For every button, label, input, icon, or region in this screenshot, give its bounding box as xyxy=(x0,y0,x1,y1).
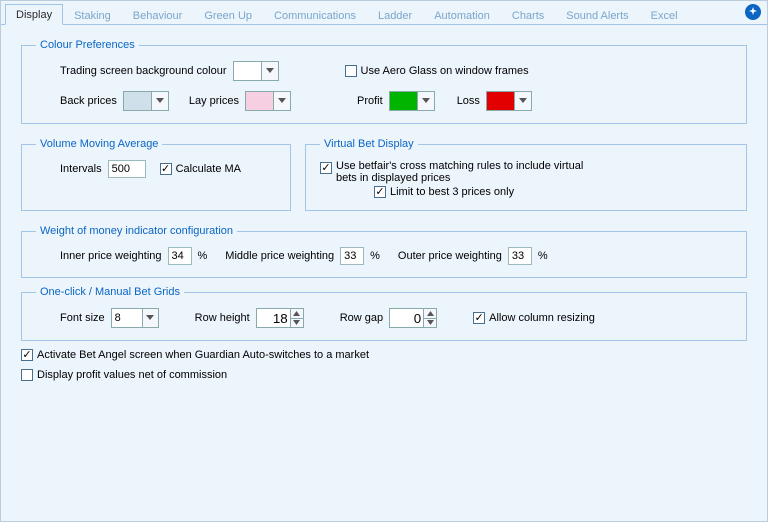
checkbox-box xyxy=(21,349,33,361)
chevron-down-icon xyxy=(262,62,278,80)
font-size-label: Font size xyxy=(60,312,105,324)
chevron-down-icon xyxy=(152,92,168,110)
chevron-down-icon xyxy=(142,309,158,327)
row-gap-value[interactable] xyxy=(389,308,423,328)
row-gap-spinner[interactable] xyxy=(389,308,437,328)
colour-preferences-group: Colour Preferences Trading screen backgr… xyxy=(21,39,747,124)
profit-label: Profit xyxy=(357,95,383,107)
chevron-down-icon xyxy=(418,92,434,110)
activate-betangel-checkbox[interactable]: Activate Bet Angel screen when Guardian … xyxy=(21,349,369,361)
bg-colour-swatch xyxy=(234,62,262,80)
checkbox-box xyxy=(374,186,386,198)
checkbox-box xyxy=(320,162,332,174)
pct-label: % xyxy=(538,250,548,262)
calculate-ma-checkbox[interactable]: Calculate MA xyxy=(160,163,241,175)
tab-communications[interactable]: Communications xyxy=(263,5,367,25)
profit-colour-picker[interactable] xyxy=(389,91,435,111)
back-prices-swatch xyxy=(124,92,152,110)
activate-betangel-label: Activate Bet Angel screen when Guardian … xyxy=(37,349,369,361)
row-height-value[interactable] xyxy=(256,308,290,328)
vma-group: Volume Moving Average Intervals Calculat… xyxy=(21,138,291,211)
checkbox-box xyxy=(21,369,33,381)
pct-label: % xyxy=(198,250,208,262)
loss-label: Loss xyxy=(457,95,480,107)
row-gap-label: Row gap xyxy=(340,312,383,324)
checkbox-box xyxy=(345,65,357,77)
allow-resize-label: Allow column resizing xyxy=(489,312,595,324)
vbd-crossmatch-label: Use betfair's cross matching rules to in… xyxy=(336,160,586,184)
lay-prices-swatch xyxy=(246,92,274,110)
loss-swatch xyxy=(487,92,515,110)
tab-automation[interactable]: Automation xyxy=(423,5,501,25)
tab-greenup[interactable]: Green Up xyxy=(193,5,263,25)
tab-staking[interactable]: Staking xyxy=(63,5,122,25)
group-legend: Weight of money indicator configuration xyxy=(36,225,237,237)
tab-charts[interactable]: Charts xyxy=(501,5,555,25)
spinner-down[interactable] xyxy=(291,319,303,328)
checkbox-box xyxy=(473,312,485,324)
tab-ladder[interactable]: Ladder xyxy=(367,5,423,25)
wom-inner-label: Inner price weighting xyxy=(60,250,162,262)
back-prices-colour-picker[interactable] xyxy=(123,91,169,111)
group-legend: Virtual Bet Display xyxy=(320,138,418,150)
lay-prices-label: Lay prices xyxy=(189,95,239,107)
font-size-value[interactable] xyxy=(112,309,142,327)
font-size-select[interactable] xyxy=(111,308,159,328)
spinner-up[interactable] xyxy=(424,309,436,319)
aero-glass-label: Use Aero Glass on window frames xyxy=(361,65,529,77)
lay-prices-colour-picker[interactable] xyxy=(245,91,291,111)
pin-button[interactable] xyxy=(745,4,761,20)
net-commission-label: Display profit values net of commission xyxy=(37,369,227,381)
wom-outer-label: Outer price weighting xyxy=(398,250,502,262)
tab-excel[interactable]: Excel xyxy=(640,5,689,25)
back-prices-label: Back prices xyxy=(60,95,117,107)
chevron-down-icon xyxy=(515,92,531,110)
row-height-label: Row height xyxy=(195,312,250,324)
bg-colour-label: Trading screen background colour xyxy=(60,65,227,77)
row-height-spinner[interactable] xyxy=(256,308,304,328)
aero-glass-checkbox[interactable]: Use Aero Glass on window frames xyxy=(345,65,529,77)
vbd-limit3-label: Limit to best 3 prices only xyxy=(390,186,514,198)
grids-group: One-click / Manual Bet Grids Font size R… xyxy=(21,286,747,341)
tab-content: Colour Preferences Trading screen backgr… xyxy=(1,25,767,394)
vbd-limit3-checkbox[interactable]: Limit to best 3 prices only xyxy=(374,186,514,198)
spinner-down[interactable] xyxy=(424,319,436,328)
checkbox-box xyxy=(160,163,172,175)
wom-middle-label: Middle price weighting xyxy=(225,250,334,262)
spinner-up[interactable] xyxy=(291,309,303,319)
bg-colour-picker[interactable] xyxy=(233,61,279,81)
group-legend: Colour Preferences xyxy=(36,39,139,51)
tab-behaviour[interactable]: Behaviour xyxy=(122,5,194,25)
wom-group: Weight of money indicator configuration … xyxy=(21,225,747,278)
profit-swatch xyxy=(390,92,418,110)
group-legend: One-click / Manual Bet Grids xyxy=(36,286,184,298)
chevron-down-icon xyxy=(274,92,290,110)
pct-label: % xyxy=(370,250,380,262)
allow-resize-checkbox[interactable]: Allow column resizing xyxy=(473,312,595,324)
net-commission-checkbox[interactable]: Display profit values net of commission xyxy=(21,369,227,381)
intervals-label: Intervals xyxy=(60,163,102,175)
pin-icon xyxy=(748,7,758,17)
settings-window: Display Staking Behaviour Green Up Commu… xyxy=(0,0,768,522)
tab-bar: Display Staking Behaviour Green Up Commu… xyxy=(1,1,767,25)
group-legend: Volume Moving Average xyxy=(36,138,162,150)
tab-display[interactable]: Display xyxy=(5,4,63,25)
intervals-input[interactable] xyxy=(108,160,146,178)
wom-inner-input[interactable] xyxy=(168,247,192,265)
loss-colour-picker[interactable] xyxy=(486,91,532,111)
tab-soundalerts[interactable]: Sound Alerts xyxy=(555,5,639,25)
calculate-ma-label: Calculate MA xyxy=(176,163,241,175)
wom-outer-input[interactable] xyxy=(508,247,532,265)
wom-middle-input[interactable] xyxy=(340,247,364,265)
vbd-crossmatch-checkbox[interactable]: Use betfair's cross matching rules to in… xyxy=(320,160,586,184)
virtual-bet-display-group: Virtual Bet Display Use betfair's cross … xyxy=(305,138,747,211)
